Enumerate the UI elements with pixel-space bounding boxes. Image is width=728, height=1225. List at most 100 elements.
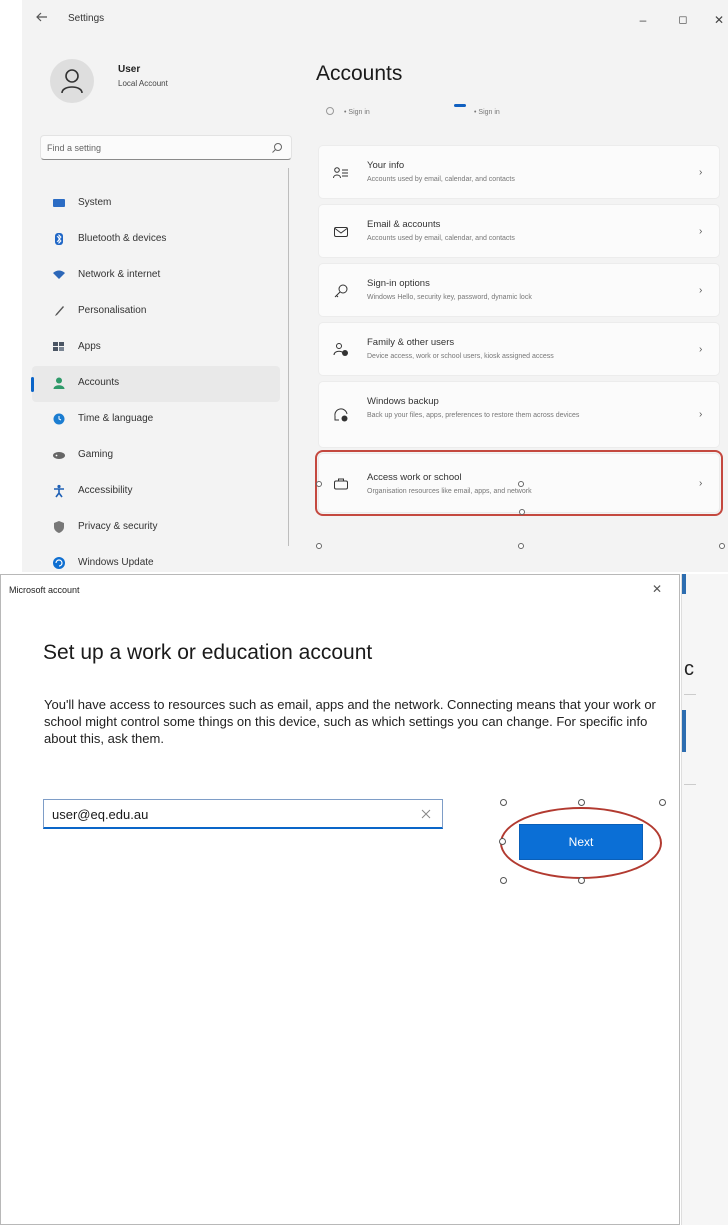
selection-handle [500,877,507,884]
sidebar-item-privacy[interactable]: Privacy & security [32,510,280,546]
sidebar-item-label: System [78,197,112,208]
bluetooth-icon [52,232,66,246]
minimize-button[interactable]: – [630,10,656,30]
selection-handle [518,543,524,549]
card-title: Sign-in options [367,278,430,289]
shield-icon [52,520,66,534]
sidebar-item-label: Accessibility [78,485,133,496]
active-indicator [31,377,34,392]
profile-account-type: Local Account [118,79,168,88]
accounts-icon [52,376,66,390]
sidebar-item-system[interactable]: System [32,186,280,222]
backup-icon [333,407,349,423]
apps-icon [52,340,66,354]
sidebar-item-label: Accounts [78,377,120,388]
sidebar-item-label: Personalisation [78,305,147,316]
sidebar-item-apps[interactable]: Apps [32,330,280,366]
card-title: Your info [367,160,405,171]
close-button[interactable]: ✕ [706,10,728,30]
card-description: Organisation resources like email, apps,… [367,488,532,495]
sidebar-item-label: Time & language [78,413,154,424]
accounts-settings-list: Your info Accounts used by email, calend… [315,145,723,518]
signin-label-left: • Sign in [344,109,370,116]
chevron-right-icon: › [699,226,703,237]
card-description: Back up your files, apps, preferences to… [367,412,580,419]
selection-handle [659,799,666,806]
background-window-fragment: c [681,574,728,1225]
family-icon [333,342,349,358]
app-title: Settings [68,13,105,24]
card-description: Accounts used by email, calendar, and co… [367,235,515,242]
sidebar-item-bluetooth[interactable]: Bluetooth & devices [32,222,280,258]
sidebar-item-label: Gaming [78,449,114,460]
card-sign-in-options[interactable]: Sign-in options Windows Hello, security … [318,263,720,317]
card-title: Access work or school [367,472,462,483]
selection-handle [518,481,524,487]
accent-bar [682,574,686,594]
divider-line [684,694,696,695]
search-placeholder: Find a setting [47,143,102,153]
close-icon[interactable]: ✕ [649,582,665,596]
card-windows-backup[interactable]: Windows backup Back up your files, apps,… [318,381,720,448]
card-title: Family & other users [367,337,455,348]
card-description: Device access, work or school users, kio… [367,353,554,360]
briefcase-icon [333,476,349,492]
ring-icon [326,107,334,115]
update-icon [52,556,66,570]
clear-icon[interactable] [420,807,432,819]
chevron-right-icon: › [699,344,703,355]
selection-handle [316,543,322,549]
sidebar-item-label: Bluetooth & devices [78,233,167,244]
selection-handle [316,481,322,487]
email-field[interactable]: user@eq.edu.au [43,799,443,829]
card-family-other-users[interactable]: Family & other users Device access, work… [318,322,720,376]
sidebar-item-label: Privacy & security [78,521,158,532]
sidebar-item-personalisation[interactable]: Personalisation [32,294,280,330]
sidebar-item-windows-update[interactable]: Windows Update [32,546,280,572]
profile-name: User [118,64,141,75]
card-title: Email & accounts [367,219,441,230]
signin-strip: • Sign in • Sign in [316,104,576,124]
sidebar-item-label: Network & internet [78,269,161,280]
search-input[interactable]: Find a setting [40,135,292,160]
sidebar-nav: System Bluetooth & devices Network & int… [31,186,282,572]
sidebar-item-network[interactable]: Network & internet [32,258,280,294]
mail-icon [333,224,349,240]
selection-handle [719,543,725,549]
sidebar-item-accounts[interactable]: Accounts [31,366,280,402]
key-icon [333,283,349,299]
user-profile[interactable]: User Local Account [42,56,302,116]
settings-window: Settings – ◻ ✕ User Local Account Find a… [22,0,728,572]
chevron-right-icon: › [699,285,703,296]
avatar [50,59,94,103]
maximize-button[interactable]: ◻ [670,10,696,30]
accessibility-icon [52,484,66,498]
back-arrow-icon[interactable] [36,12,54,28]
person-info-icon [333,165,349,181]
search-icon[interactable] [271,141,283,153]
dialog-title: Microsoft account [9,585,80,595]
card-email-accounts[interactable]: Email & accounts Accounts used by email,… [318,204,720,258]
accent-bar [682,710,686,752]
chevron-right-icon: › [699,409,703,420]
wifi-icon [52,268,66,282]
next-button[interactable]: Next [519,824,643,860]
divider-line [684,784,696,785]
globe-clock-icon [52,412,66,426]
card-description: Accounts used by email, calendar, and co… [367,176,515,183]
selection-handle [499,838,506,845]
brush-icon [52,304,66,318]
sidebar-divider [288,168,289,546]
card-description: Windows Hello, security key, password, d… [367,294,532,301]
rotate-handle [519,509,525,515]
sidebar-item-gaming[interactable]: Gaming [32,438,280,474]
signin-label-right: • Sign in [474,109,500,116]
sidebar-item-label: Windows Update [78,557,154,568]
card-title: Windows backup [367,396,439,407]
accent-dash [454,104,466,107]
card-your-info[interactable]: Your info Accounts used by email, calend… [318,145,720,199]
monitor-icon [52,196,66,210]
sidebar-item-time-language[interactable]: Time & language [32,402,280,438]
sidebar-item-label: Apps [78,341,101,352]
sidebar-item-accessibility[interactable]: Accessibility [32,474,280,510]
